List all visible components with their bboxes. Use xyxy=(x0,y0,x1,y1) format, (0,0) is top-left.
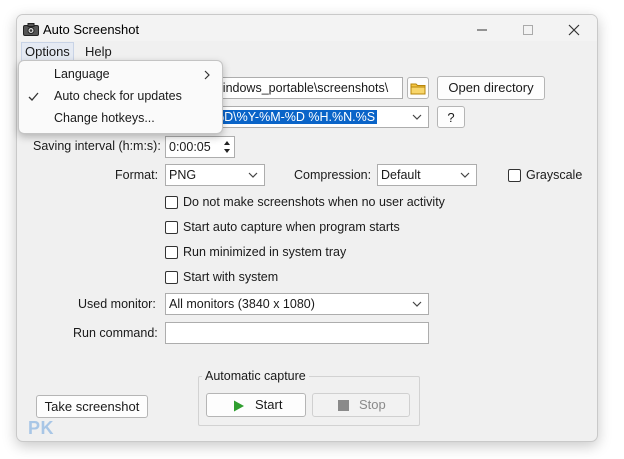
option-start-with-system[interactable]: Start with system xyxy=(165,268,278,286)
output-directory-field[interactable]: Windows_portable\screenshots\ xyxy=(207,77,403,99)
checkbox[interactable] xyxy=(165,245,178,259)
run-command-input[interactable] xyxy=(165,322,429,344)
compression-value: Default xyxy=(381,168,421,182)
format-value: PNG xyxy=(169,168,197,182)
grayscale-label: Grayscale xyxy=(526,168,583,182)
watermark-logo: PK xyxy=(28,418,55,438)
compression-combo[interactable]: Default xyxy=(377,164,477,186)
stop-button[interactable]: Stop xyxy=(312,393,410,417)
menu-item-change-hotkeys[interactable]: Change hotkeys... xyxy=(19,108,222,130)
compression-label: Compression: xyxy=(294,168,372,182)
minimize-icon xyxy=(477,29,487,31)
take-screenshot-button[interactable]: Take screenshot xyxy=(36,395,148,418)
filename-template-combo[interactable]: %D\%Y-%M-%D %H.%N.%S xyxy=(207,106,429,128)
chevron-down-icon xyxy=(412,301,422,307)
used-monitor-combo[interactable]: All monitors (3840 x 1080) xyxy=(165,293,429,315)
menu-item-language[interactable]: Language xyxy=(19,64,222,86)
maximize-icon xyxy=(523,25,533,35)
checkbox[interactable] xyxy=(165,195,178,209)
option-label: Start auto capture when program starts xyxy=(183,220,400,234)
play-icon xyxy=(234,400,244,412)
automatic-capture-group-title: Automatic capture xyxy=(202,369,309,383)
menu-item-label: Auto check for updates xyxy=(54,89,182,103)
used-monitor-value: All monitors (3840 x 1080) xyxy=(169,297,315,311)
stop-label: Stop xyxy=(359,397,386,412)
option-label: Do not make screenshots when no user act… xyxy=(183,195,445,209)
start-button[interactable]: Start xyxy=(206,393,306,417)
saving-interval-value: 0:00:05 xyxy=(169,140,211,154)
menu-item-label: Language xyxy=(54,67,110,81)
menu-item-label: Change hotkeys... xyxy=(54,111,155,125)
used-monitor-label: Used monitor: xyxy=(78,297,156,311)
take-screenshot-label: Take screenshot xyxy=(44,399,140,414)
chevron-down-icon xyxy=(460,172,470,178)
spin-arrows-icon[interactable] xyxy=(222,139,232,155)
start-label: Start xyxy=(255,397,283,412)
grayscale-checkbox-box[interactable] xyxy=(508,168,521,182)
chevron-right-icon xyxy=(204,70,210,80)
checkbox[interactable] xyxy=(165,270,178,284)
close-icon xyxy=(568,24,580,36)
format-combo[interactable]: PNG xyxy=(165,164,265,186)
filename-help-button[interactable]: ? xyxy=(437,106,465,128)
options-dropdown-menu: Language Auto check for updates Change h… xyxy=(18,60,223,134)
window-title: Auto Screenshot xyxy=(43,22,140,37)
grayscale-checkbox[interactable]: Grayscale xyxy=(508,166,582,184)
menu-help[interactable]: Help xyxy=(82,43,115,61)
chevron-down-icon xyxy=(248,172,258,178)
chevron-down-icon xyxy=(412,114,422,120)
menu-options[interactable]: Options xyxy=(21,42,74,62)
browse-folder-button[interactable] xyxy=(407,77,429,99)
format-label: Format: xyxy=(115,168,159,182)
folder-icon xyxy=(410,83,426,95)
saving-interval-label: Saving interval (h:m:s): xyxy=(33,139,161,153)
option-start-auto-capture[interactable]: Start auto capture when program starts xyxy=(165,218,400,236)
option-no-user-activity[interactable]: Do not make screenshots when no user act… xyxy=(165,193,445,211)
saving-interval-input[interactable]: 0:00:05 xyxy=(165,136,235,158)
open-directory-label: Open directory xyxy=(448,80,534,95)
run-command-label: Run command: xyxy=(73,326,158,340)
option-run-minimized[interactable]: Run minimized in system tray xyxy=(165,243,346,261)
camera-app-icon xyxy=(23,23,39,36)
checkmark-icon xyxy=(28,92,39,101)
option-label: Run minimized in system tray xyxy=(183,245,347,259)
filename-template-value: %D\%Y-%M-%D %H.%N.%S xyxy=(211,110,378,124)
checkbox[interactable] xyxy=(165,220,178,234)
help-label: ? xyxy=(447,110,455,125)
open-directory-button[interactable]: Open directory xyxy=(437,76,545,100)
stop-icon xyxy=(338,400,349,411)
option-label: Start with system xyxy=(183,270,279,284)
menu-item-auto-check-updates[interactable]: Auto check for updates xyxy=(19,86,222,108)
